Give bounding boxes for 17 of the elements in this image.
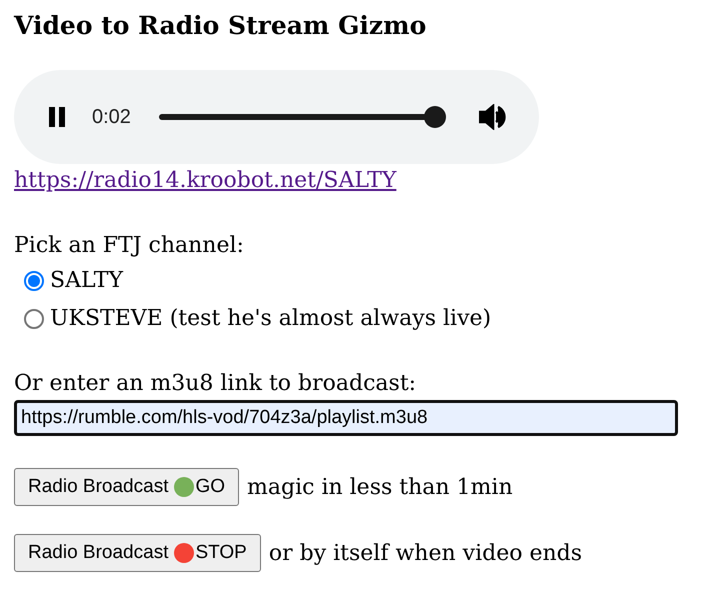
- m3u8-link-field[interactable]: https://rumble.com/hls-vod/704z3a/playlist.m3u8: [14, 400, 678, 436]
- field-label: Or enter an m3u8 link to broadcast:: [14, 370, 418, 398]
- page-title: Video to Radio Stream Gizmo: [14, 10, 428, 42]
- time-display: 0:02: [92, 106, 131, 128]
- radio-button[interactable]: [24, 271, 44, 291]
- broadcast-button[interactable]: Radio Broadcast GO: [14, 468, 240, 506]
- radio-button[interactable]: [24, 309, 44, 329]
- stream-link[interactable]: https://radio14.kroobot.net/SALTY: [14, 168, 396, 193]
- pause-icon[interactable]: [48, 107, 66, 127]
- volume-icon[interactable]: [479, 104, 507, 130]
- button-note: or by itself when video ends: [268, 540, 582, 566]
- broadcast-button[interactable]: Radio Broadcast STOP: [14, 534, 261, 572]
- channel-prompt: Pick an FTJ channel:: [14, 232, 245, 260]
- button-note: magic in less than 1min: [247, 474, 513, 500]
- radio-label[interactable]: SALTY: [50, 262, 123, 300]
- radio-label[interactable]: UKSTEVE (test he's almost always live): [50, 300, 492, 338]
- seek-handle[interactable]: [424, 106, 446, 128]
